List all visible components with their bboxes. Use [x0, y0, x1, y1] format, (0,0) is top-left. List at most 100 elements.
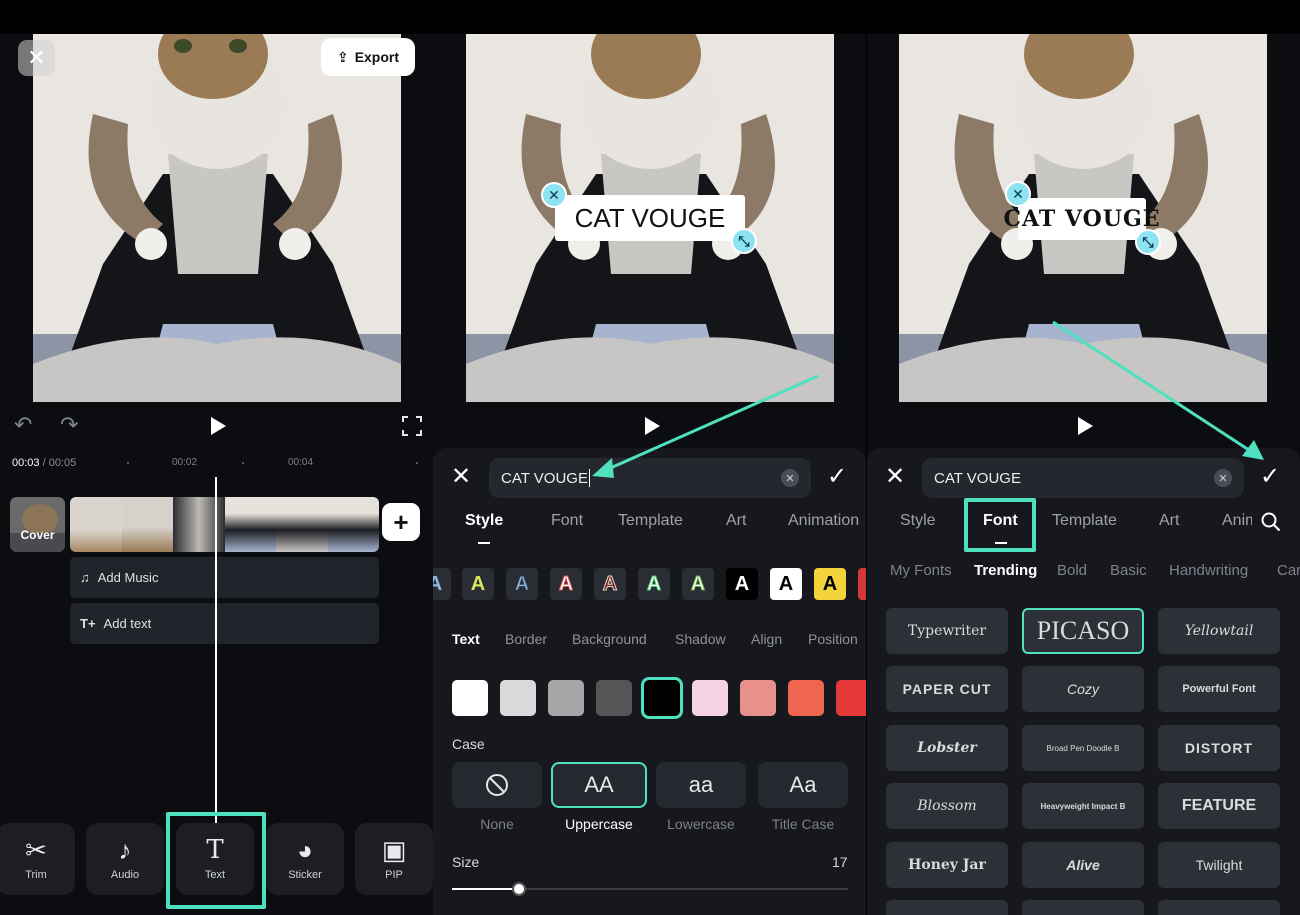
text-preset[interactable]: [858, 568, 866, 600]
font-card[interactable]: Twilight: [1158, 842, 1280, 888]
text-input[interactable]: CAT VOUGE: [922, 458, 1244, 498]
color-swatch[interactable]: [692, 680, 728, 716]
tab-style[interactable]: Style: [465, 512, 503, 530]
clear-text-button[interactable]: ✕: [781, 469, 799, 487]
status-bar: [867, 0, 1300, 34]
export-button[interactable]: ⇪ Export: [321, 38, 415, 76]
tab-style[interactable]: Style: [900, 512, 936, 530]
subtab-position[interactable]: Position: [808, 631, 858, 647]
tab-template[interactable]: Template: [618, 512, 683, 530]
font-card[interactable]: Typewriter: [886, 608, 1008, 654]
font-card[interactable]: [1158, 900, 1280, 915]
case-uppercase-button[interactable]: AA: [551, 762, 647, 808]
text-preset[interactable]: A: [638, 568, 670, 600]
tool-pip[interactable]: ▣ PIP: [355, 823, 433, 895]
add-clip-button[interactable]: +: [382, 503, 420, 541]
font-card[interactable]: Powerful Font: [1158, 666, 1280, 712]
text-preset[interactable]: A: [433, 568, 451, 600]
font-card[interactable]: [886, 900, 1008, 915]
subtab-border[interactable]: Border: [505, 631, 547, 647]
delete-overlay-handle[interactable]: ✕: [1005, 181, 1031, 207]
text-preset[interactable]: A: [506, 568, 538, 600]
text-overlay[interactable]: CAT VOUGE: [555, 195, 745, 241]
confirm-check-icon[interactable]: ✓: [827, 462, 847, 491]
close-icon[interactable]: ✕: [885, 462, 905, 491]
text-preset[interactable]: A: [550, 568, 582, 600]
close-icon[interactable]: ✕: [451, 462, 471, 491]
clip-frame: [70, 497, 122, 552]
play-button[interactable]: [207, 415, 229, 437]
tab-font[interactable]: Font: [551, 512, 583, 530]
confirm-check-icon[interactable]: ✓: [1260, 462, 1280, 491]
redo-icon[interactable]: ↷: [60, 412, 78, 438]
font-card[interactable]: Broad Pen Doodle B: [1022, 725, 1144, 771]
category-basic[interactable]: Basic: [1110, 562, 1147, 579]
case-titlecase-button[interactable]: Aa: [758, 762, 848, 808]
text-preset[interactable]: A: [682, 568, 714, 600]
category-handwriting[interactable]: Handwriting: [1169, 562, 1248, 579]
font-card[interactable]: PAPER CUT: [886, 666, 1008, 712]
subtab-background[interactable]: Background: [572, 631, 647, 647]
color-swatch[interactable]: [740, 680, 776, 716]
category-cart[interactable]: Cart: [1277, 562, 1300, 579]
delete-overlay-handle[interactable]: ✕: [541, 182, 567, 208]
font-card[interactable]: FEATURE: [1158, 783, 1280, 829]
video-clip-strip[interactable]: [70, 497, 379, 552]
category-my-fonts[interactable]: My Fonts: [890, 562, 952, 579]
resize-handle[interactable]: ⤡: [1135, 229, 1161, 255]
font-card[interactable]: Alive: [1022, 842, 1144, 888]
color-swatch[interactable]: [641, 677, 683, 719]
text-input[interactable]: CAT VOUGE: [489, 458, 811, 498]
font-card[interactable]: Honey Jar: [886, 842, 1008, 888]
text-overlay[interactable]: CAT VOUGE: [1004, 198, 1160, 240]
video-preview[interactable]: [33, 34, 401, 402]
play-button[interactable]: [1074, 415, 1096, 437]
tab-animation[interactable]: Animation: [788, 512, 859, 530]
font-card[interactable]: Yellowtail: [1158, 608, 1280, 654]
close-button[interactable]: ✕: [18, 40, 55, 76]
font-card[interactable]: Lobster: [886, 725, 1008, 771]
tool-trim[interactable]: ✂ Trim: [0, 823, 75, 895]
category-bold[interactable]: Bold: [1057, 562, 1087, 579]
color-swatch[interactable]: [452, 680, 488, 716]
text-preset[interactable]: A: [726, 568, 758, 600]
play-button[interactable]: [641, 415, 663, 437]
cover-thumbnail[interactable]: Cover: [10, 497, 65, 552]
font-card[interactable]: Cozy: [1022, 666, 1144, 712]
case-none-button[interactable]: [452, 762, 542, 808]
add-music-track[interactable]: ♫ Add Music: [70, 557, 379, 598]
case-lowercase-button[interactable]: aa: [656, 762, 746, 808]
color-swatch[interactable]: [788, 680, 824, 716]
playhead[interactable]: [215, 477, 217, 825]
color-swatch[interactable]: [596, 680, 632, 716]
font-card[interactable]: Blossom: [886, 783, 1008, 829]
search-icon[interactable]: [1261, 512, 1281, 532]
color-swatch[interactable]: [548, 680, 584, 716]
tool-audio[interactable]: ♪ Audio: [86, 823, 164, 895]
color-swatch[interactable]: [836, 680, 866, 716]
subtab-shadow[interactable]: Shadow: [675, 631, 726, 647]
subtab-align[interactable]: Align: [751, 631, 782, 647]
clear-text-button[interactable]: ✕: [1214, 469, 1232, 487]
tab-art[interactable]: Art: [726, 512, 746, 530]
tab-template[interactable]: Template: [1052, 512, 1117, 530]
category-trending[interactable]: Trending: [974, 562, 1037, 579]
add-text-track[interactable]: T+ Add text: [70, 603, 379, 644]
fullscreen-icon[interactable]: [402, 416, 422, 436]
size-slider-knob[interactable]: [512, 882, 526, 896]
text-preset[interactable]: A: [594, 568, 626, 600]
tool-sticker[interactable]: ◕ Sticker: [266, 823, 344, 895]
undo-icon[interactable]: ↶: [14, 412, 32, 438]
subtab-text[interactable]: Text: [452, 631, 480, 647]
font-card-selected[interactable]: PICASO: [1022, 608, 1144, 654]
font-card[interactable]: [1022, 900, 1144, 915]
font-card[interactable]: Heavyweight Impact B: [1022, 783, 1144, 829]
text-preset[interactable]: A: [462, 568, 494, 600]
tab-art[interactable]: Art: [1159, 512, 1179, 530]
font-card[interactable]: DISTORT: [1158, 725, 1280, 771]
color-swatch[interactable]: [500, 680, 536, 716]
resize-handle[interactable]: ⤡: [731, 228, 757, 254]
text-preset[interactable]: A: [770, 568, 802, 600]
tab-animation[interactable]: Anim: [1222, 512, 1252, 530]
text-preset[interactable]: A: [814, 568, 846, 600]
